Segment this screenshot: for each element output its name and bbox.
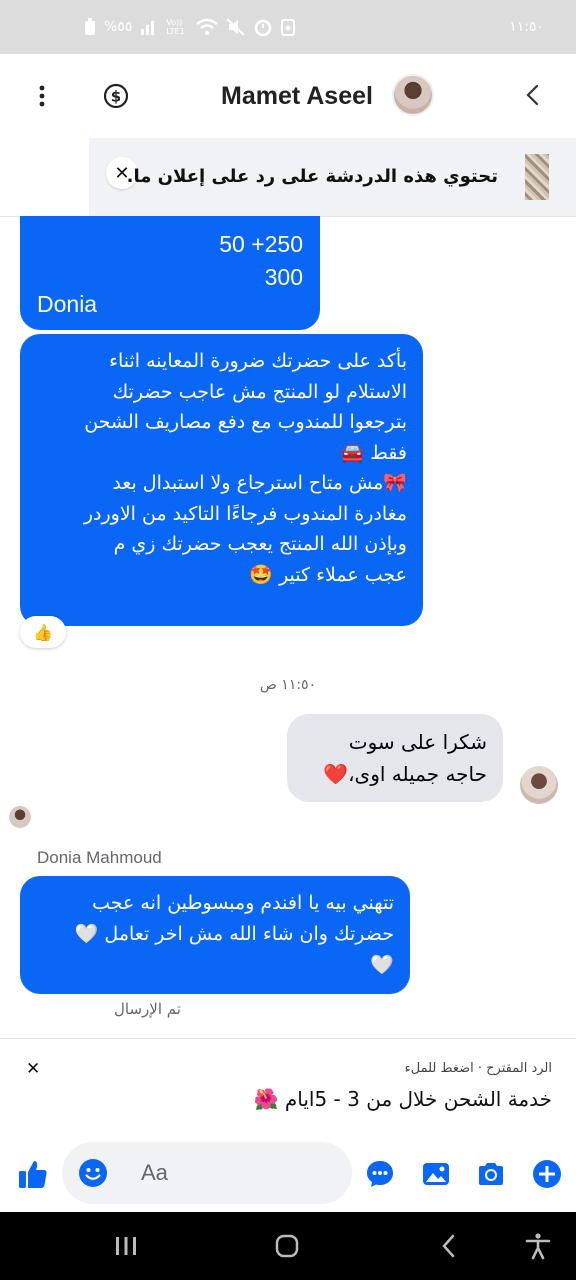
outgoing-message[interactable]: … 50 +250 300 Donia <box>20 216 320 330</box>
message-text-partial: … <box>281 216 303 221</box>
system-nav-bar <box>0 1212 576 1280</box>
back-chevron-icon[interactable] <box>520 82 546 108</box>
chat-title: Mamet Aseel <box>221 82 373 110</box>
avatar[interactable] <box>392 74 434 116</box>
message-composer: Aa <box>0 1134 576 1212</box>
chat-header: $ Mamet Aseel <box>0 54 576 138</box>
battery-level: %٥٥ <box>104 19 133 35</box>
thumbs-up-icon[interactable] <box>17 1158 49 1190</box>
recent-apps-icon[interactable] <box>112 1232 140 1260</box>
suggested-reply: ✕ الرد المقترح · اضغط للملء خدمة الشحن خ… <box>0 1038 576 1134</box>
mute-icon <box>226 18 246 36</box>
suggested-reply-text[interactable]: خدمة الشحن خلال من 3 - 5ايام 🌺 <box>254 1087 552 1111</box>
wifi-icon <box>196 18 219 35</box>
battery-icon <box>85 18 95 35</box>
home-icon[interactable] <box>273 1232 301 1260</box>
ad-reply-banner: ✕ تحتوي هذه الدردشة على رد على إعلان ما. <box>89 138 576 216</box>
plus-circle-icon[interactable] <box>532 1159 562 1189</box>
network-label: Vo)) LTE1 <box>166 18 185 36</box>
accessibility-icon[interactable] <box>524 1232 552 1260</box>
ad-thumbnail[interactable] <box>525 154 549 200</box>
reaction-badge[interactable]: 👍 <box>20 616 66 648</box>
banner-text: تحتوي هذه الدردشة على رد على إعلان ما. <box>126 166 498 187</box>
read-receipt-avatar <box>9 806 31 828</box>
message-text: 300 <box>264 264 303 290</box>
avatar[interactable] <box>520 766 558 804</box>
alarm-icon <box>255 19 272 36</box>
outgoing-message[interactable]: بأكد على حضرتك ضرورة المعاينه اثناء الاس… <box>20 334 423 626</box>
camera-icon[interactable] <box>476 1159 506 1189</box>
emoji-icon[interactable] <box>78 1158 108 1188</box>
message-text: بأكد على حضرتك ضرورة المعاينه اثناء الاس… <box>83 350 407 586</box>
sender-name: Donia Mahmoud <box>37 848 162 867</box>
incoming-message[interactable]: شكرا على سوت حاجه جميله اوى،❤️ <box>287 714 503 802</box>
message-placeholder: Aa <box>141 1160 168 1185</box>
notification-icon <box>281 19 296 36</box>
status-icons: %٥٥ Vo)) LTE1 <box>84 18 296 36</box>
message-text: تتهني بيه يا افندم ومبسوطين انه عجب حضرت… <box>74 892 394 976</box>
message-timestamp: ١١:٥٠ ص <box>259 677 317 693</box>
status-bar: %٥٥ Vo)) LTE1 ١١:٥٠ <box>0 0 576 54</box>
outgoing-message[interactable]: تتهني بيه يا افندم ومبسوطين انه عجب حضرت… <box>20 876 410 994</box>
status-time: ١١:٥٠ <box>509 19 544 35</box>
message-input[interactable]: Aa <box>62 1142 352 1204</box>
signal-icon <box>141 21 155 35</box>
back-icon[interactable] <box>435 1232 463 1260</box>
gallery-icon[interactable] <box>421 1159 451 1189</box>
message-text: شكرا على سوت حاجه جميله اوى،❤️ <box>323 730 487 786</box>
sent-status: تم الإرسال <box>114 1000 181 1018</box>
message-text: 50 +250 <box>219 231 303 257</box>
message-signature: Donia <box>37 291 98 317</box>
chat-bubble-icon[interactable] <box>365 1159 395 1189</box>
suggested-reply-close-button[interactable]: ✕ <box>26 1059 40 1079</box>
suggested-reply-label: الرد المقترح · اضغط للملء <box>404 1061 552 1076</box>
